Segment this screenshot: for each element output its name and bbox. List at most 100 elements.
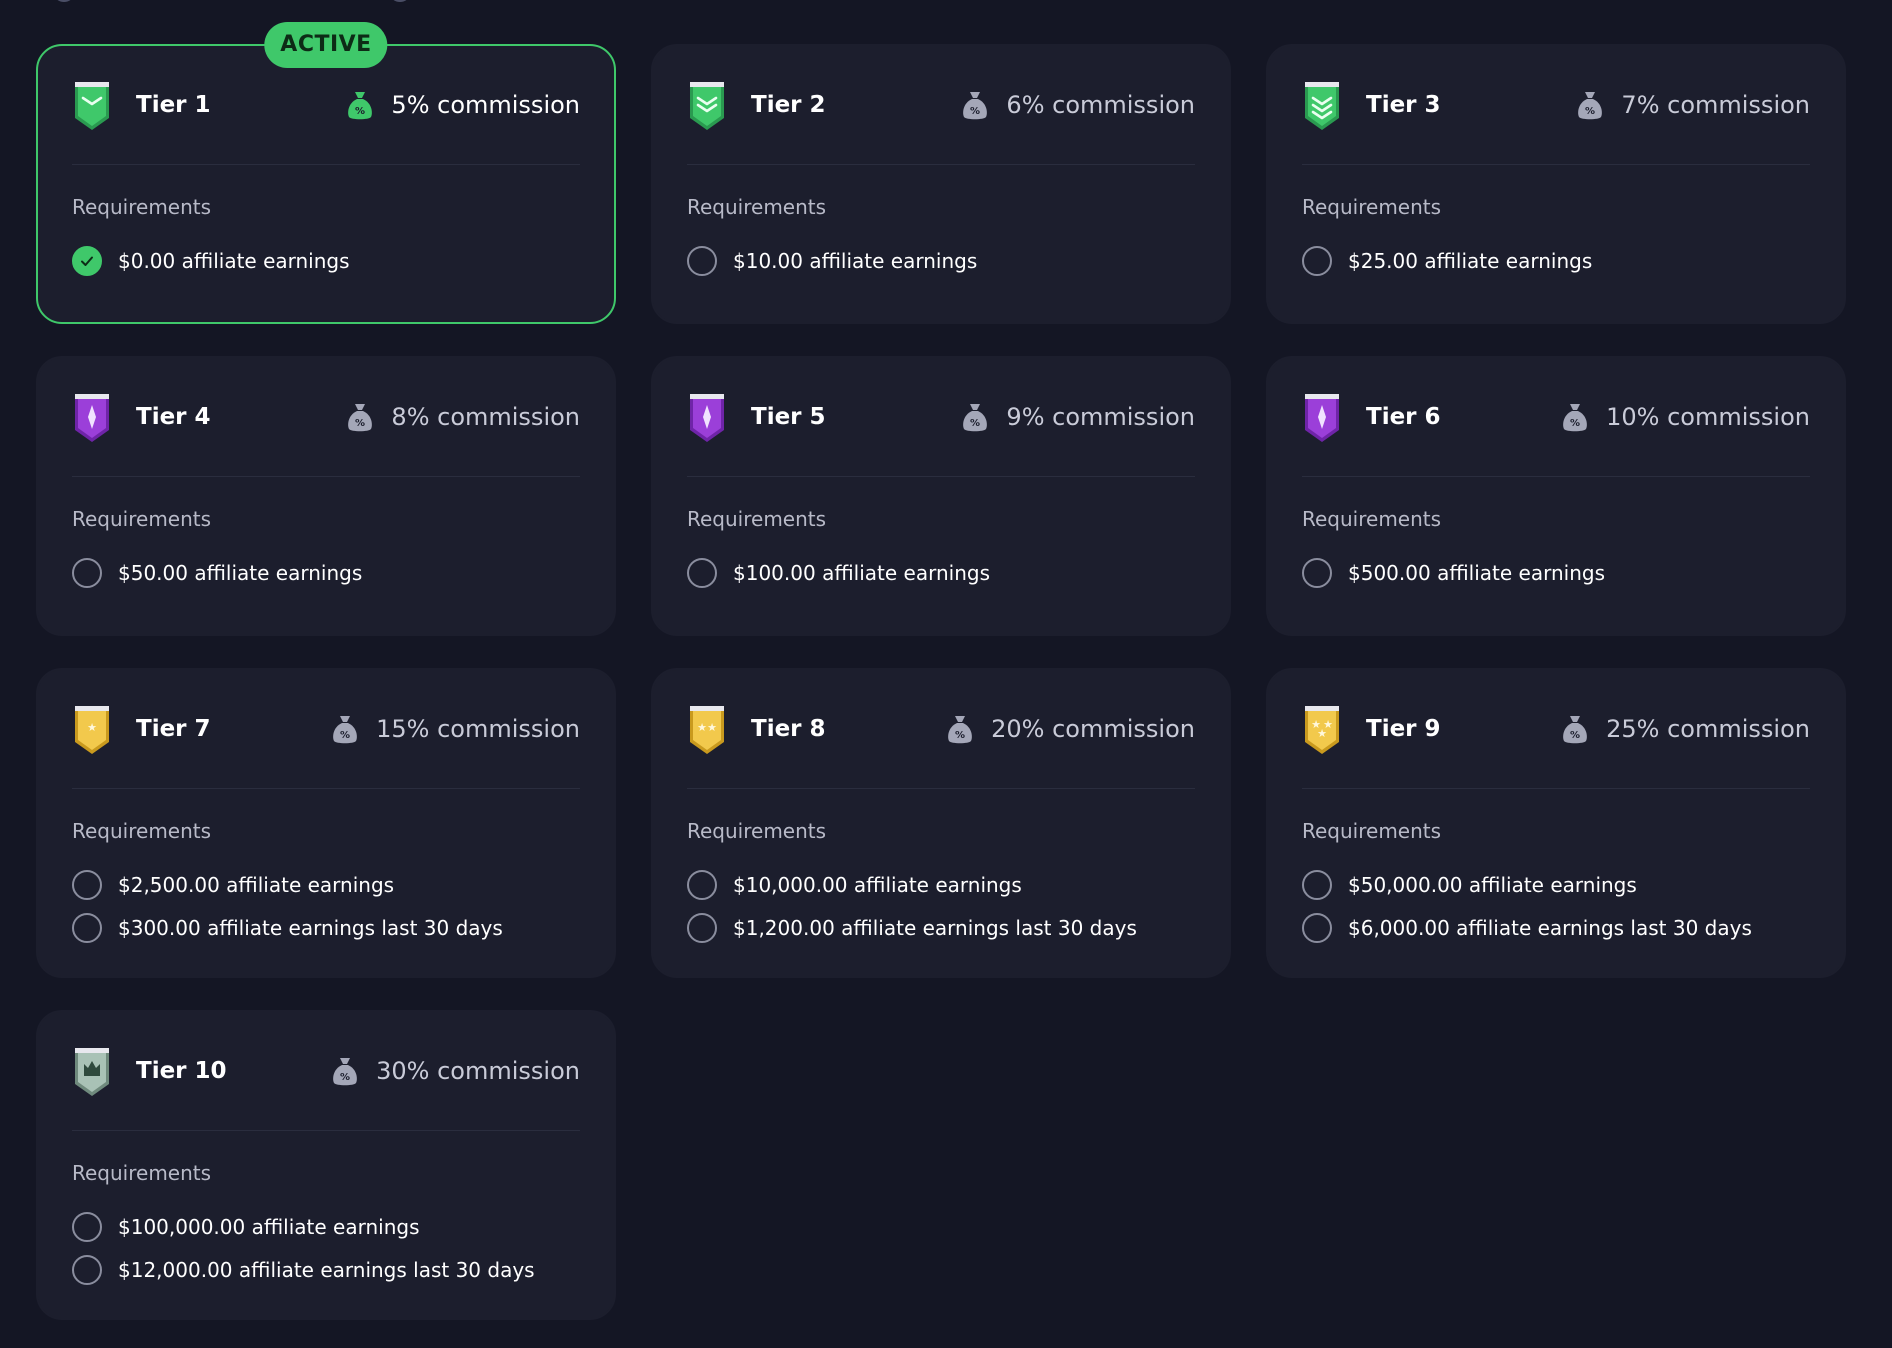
- tier-commission: % 10% commission: [1560, 401, 1810, 433]
- svg-text:★: ★: [697, 721, 707, 734]
- tier-name: Tier 3: [1366, 92, 1441, 118]
- svg-text:%: %: [340, 730, 350, 741]
- tier-header: Tier 2% 6% commission: [687, 46, 1195, 165]
- tier-header: Tier 5% 9% commission: [687, 358, 1195, 477]
- commission-label: 15% commission: [376, 715, 580, 743]
- requirement-text: $25.00 affiliate earnings: [1348, 248, 1593, 273]
- tier-commission: % 30% commission: [330, 1055, 580, 1087]
- svg-text:%: %: [1570, 730, 1580, 741]
- requirement-text: $500.00 affiliate earnings: [1348, 560, 1605, 585]
- check-empty-icon: [72, 1211, 102, 1242]
- tier-card: Tier 4% 8% commission Requirements $50.00 a…: [36, 356, 616, 636]
- money-bag-percent-icon: %: [333, 716, 358, 744]
- tier-card: ACTIVE Tier 1% 5% commission Requirements $0…: [36, 22, 616, 324]
- gold-shield-badge-icon: ★: [75, 706, 109, 754]
- requirement-text: $2,500.00 affiliate earnings: [118, 872, 395, 897]
- requirement-item: $500.00 affiliate earnings: [1302, 551, 1810, 594]
- requirement-text: $10,000.00 affiliate earnings: [733, 872, 1022, 897]
- money-bag-percent-icon: %: [963, 92, 988, 120]
- requirement-text: $0.00 affiliate earnings: [118, 248, 350, 273]
- svg-text:%: %: [355, 418, 365, 429]
- commission-label: 9% commission: [1006, 403, 1195, 431]
- check-complete-icon: [72, 245, 102, 276]
- requirement-text: $300.00 affiliate earnings last 30 days: [118, 915, 503, 940]
- tier-name: Tier 6: [1366, 404, 1441, 430]
- requirements-list: $50.00 affiliate earnings: [72, 551, 580, 594]
- commission-label: 5% commission: [391, 91, 580, 119]
- tier-card: Tier 5% 9% commission Requirements $100.00 …: [651, 356, 1231, 636]
- tier-header: Tier 10% 30% commission: [72, 1012, 580, 1131]
- green-shield-badge-icon: [1305, 82, 1339, 130]
- commission-label: 8% commission: [391, 403, 580, 431]
- money-bag-percent-icon: %: [1578, 92, 1603, 120]
- green-shield-badge-icon: [690, 82, 724, 130]
- tier-header: ★ ★ Tier 8% 20% commission: [687, 670, 1195, 789]
- money-bag-percent-icon: %: [348, 404, 373, 432]
- requirements-list: $100.00 affiliate earnings: [687, 551, 1195, 594]
- tier-header: ★ Tier 7% 15% commission: [72, 670, 580, 789]
- purple-shield-badge-icon: [75, 394, 109, 442]
- requirement-text: $6,000.00 affiliate earnings last 30 day…: [1348, 915, 1752, 940]
- partial-icon: [392, 0, 408, 2]
- requirements-heading: Requirements: [72, 1161, 212, 1185]
- check-empty-icon: [1302, 869, 1332, 900]
- requirements-list: $10.00 affiliate earnings: [687, 239, 1195, 282]
- svg-text:★: ★: [87, 721, 97, 734]
- tier-card: Tier 6% 10% commission Requirements $500.00…: [1266, 356, 1846, 636]
- commission-label: 25% commission: [1606, 715, 1810, 743]
- requirement-item: $10.00 affiliate earnings: [687, 239, 1195, 282]
- check-empty-icon: [1302, 557, 1332, 588]
- tier-card: ★ ★ Tier 8% 20% commission Requirements $10,0…: [651, 668, 1231, 978]
- requirement-item: $25.00 affiliate earnings: [1302, 239, 1810, 282]
- partial-icon: [56, 0, 72, 2]
- tier-card: Tier 2% 6% commission Requirements $10.00 a…: [651, 44, 1231, 324]
- svg-text:★: ★: [707, 721, 717, 734]
- tier-commission: % 8% commission: [345, 401, 580, 433]
- svg-text:★: ★: [1317, 727, 1327, 740]
- tier-name: Tier 5: [751, 404, 826, 430]
- tier-name: Tier 7: [136, 716, 211, 742]
- requirement-item: $300.00 affiliate earnings last 30 days: [72, 906, 580, 949]
- affiliate-tiers-page: ACTIVE Tier 1% 5% commission Requirements $0…: [0, 0, 1892, 1348]
- green-shield-badge-icon: [75, 82, 109, 130]
- requirements-heading: Requirements: [72, 507, 212, 531]
- svg-text:%: %: [1570, 418, 1580, 429]
- purple-shield-badge-icon: [690, 394, 724, 442]
- requirement-item: $50,000.00 affiliate earnings: [1302, 863, 1810, 906]
- requirements-list: $50,000.00 affiliate earnings $6,000.00 a…: [1302, 863, 1810, 949]
- svg-text:%: %: [355, 106, 365, 117]
- tier-header: ★ ★ ★ Tier 9% 25% commission: [1302, 670, 1810, 789]
- requirement-text: $1,200.00 affiliate earnings last 30 day…: [733, 915, 1137, 940]
- commission-label: 6% commission: [1006, 91, 1195, 119]
- requirement-text: $50.00 affiliate earnings: [118, 560, 363, 585]
- tier-name: Tier 1: [136, 92, 211, 118]
- requirement-text: $100,000.00 affiliate earnings: [118, 1214, 420, 1239]
- check-empty-icon: [1302, 912, 1332, 943]
- svg-text:%: %: [970, 106, 980, 117]
- requirements-heading: Requirements: [1302, 195, 1442, 219]
- requirements-heading: Requirements: [687, 819, 827, 843]
- requirements-list: $500.00 affiliate earnings: [1302, 551, 1810, 594]
- check-empty-icon: [72, 869, 102, 900]
- active-badge: ACTIVE: [264, 22, 388, 68]
- tier-commission: % 5% commission: [345, 89, 580, 121]
- money-bag-percent-icon: %: [1563, 716, 1588, 744]
- requirements-heading: Requirements: [1302, 819, 1442, 843]
- check-empty-icon: [687, 245, 717, 276]
- money-bag-percent-icon: %: [333, 1058, 358, 1086]
- purple-shield-badge-icon: [1305, 394, 1339, 442]
- svg-text:%: %: [970, 418, 980, 429]
- tier-header: Tier 4% 8% commission: [72, 358, 580, 477]
- requirement-item: $2,500.00 affiliate earnings: [72, 863, 580, 906]
- requirement-item: $100.00 affiliate earnings: [687, 551, 1195, 594]
- gold-shield-badge-icon: ★ ★: [690, 706, 724, 754]
- requirements-heading: Requirements: [1302, 507, 1442, 531]
- check-empty-icon: [72, 912, 102, 943]
- money-bag-percent-icon: %: [348, 92, 373, 120]
- svg-text:%: %: [1585, 106, 1595, 117]
- requirement-item: $1,200.00 affiliate earnings last 30 day…: [687, 906, 1195, 949]
- check-empty-icon: [72, 557, 102, 588]
- requirements-list: $2,500.00 affiliate earnings $300.00 affi…: [72, 863, 580, 949]
- requirement-text: $12,000.00 affiliate earnings last 30 da…: [118, 1257, 535, 1282]
- commission-label: 10% commission: [1606, 403, 1810, 431]
